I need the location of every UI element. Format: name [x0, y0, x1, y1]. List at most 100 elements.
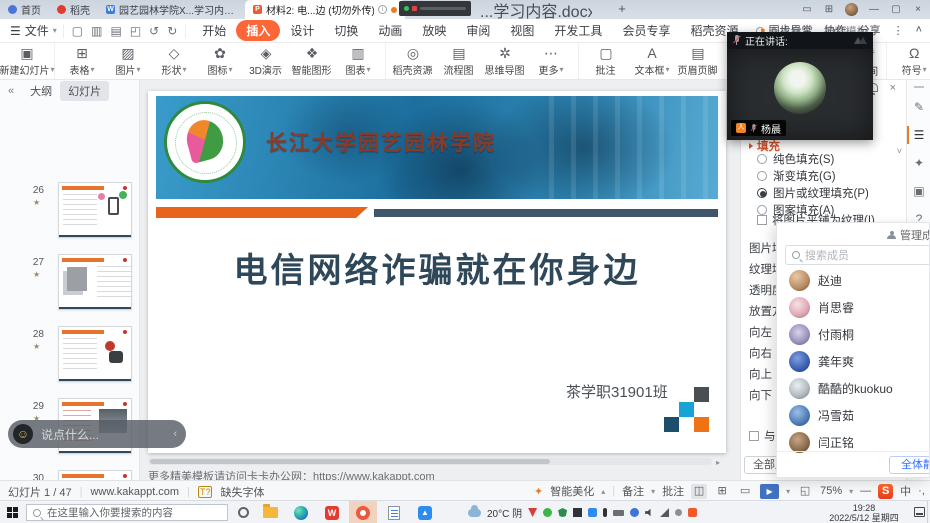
tray-icon[interactable]	[688, 508, 697, 517]
ribbon-tab[interactable]: 会员专享	[612, 20, 680, 41]
manage-members-button[interactable]: 管理成员	[887, 227, 930, 243]
toolbar-button[interactable]: ⊞ 表格▾	[59, 43, 105, 79]
toolbar-button[interactable]: ✲ 思维导图	[482, 43, 528, 79]
member-search-input[interactable]: 搜索成员	[785, 245, 930, 265]
slide-subtitle[interactable]: 茶学职31901班	[566, 381, 668, 402]
ribbon-tab[interactable]: 插入	[236, 20, 280, 41]
ribbon-tab[interactable]: 动画	[368, 20, 412, 41]
smart-beautify-button[interactable]: 智能美化	[550, 483, 594, 499]
start-button[interactable]	[7, 507, 18, 518]
zoom-level[interactable]: 75%	[820, 485, 842, 497]
object-properties-icon[interactable]: ☰	[907, 128, 930, 142]
missing-font-label[interactable]: 缺失字体	[220, 484, 264, 500]
tray-icon[interactable]	[645, 508, 654, 517]
redo-icon[interactable]: ↻	[167, 24, 177, 38]
fill-option-radio[interactable]: 渐变填充(G)	[757, 167, 869, 184]
ribbon-tab[interactable]: 审阅	[456, 20, 500, 41]
save-icon[interactable]: ▢	[72, 24, 83, 38]
scrollbar-thumb[interactable]	[150, 459, 550, 464]
pages-icon[interactable]: ▣	[907, 184, 930, 198]
user-avatar[interactable]	[845, 3, 858, 16]
horizontal-scrollbar[interactable]	[148, 458, 712, 465]
toolbar-button[interactable]: ▥ 图表▾	[335, 43, 381, 79]
tab-document-writer[interactable]: W 园艺园林学院X...学习内容及通知	[98, 0, 245, 19]
tab-slides[interactable]: 幻灯片	[60, 81, 109, 101]
collapse-chevron-icon[interactable]: ‹	[173, 428, 181, 440]
fill-option-radio[interactable]: 纯色填充(S)	[757, 150, 869, 167]
slideshow-play-button[interactable]: ▶	[760, 484, 779, 499]
ime-punctuation-toggle[interactable]: ·,	[918, 485, 925, 497]
panel-close-icon[interactable]: ×	[890, 82, 896, 94]
toolbar-button[interactable]: Ω 符号▾	[891, 43, 930, 79]
participant-row[interactable]: 冯雪茹	[777, 402, 930, 429]
normal-view-icon[interactable]: ◫	[691, 484, 707, 499]
weather-text[interactable]: 20°C 阴	[487, 505, 522, 520]
emoji-icon[interactable]: ☺	[13, 424, 33, 444]
tray-icon[interactable]	[630, 508, 639, 517]
tab-document-docx[interactable]: ...学习内容.docx	[472, 0, 592, 19]
toolbar-button[interactable]: ▤ 流程图	[436, 43, 482, 79]
undo-icon[interactable]: ↺	[149, 24, 159, 38]
close-button[interactable]: ×	[912, 4, 924, 15]
slide-thumbnail[interactable]	[58, 326, 132, 382]
slide-editor[interactable]: 长江大学园艺园林学院 电信网络诈骗就在你身边 茶学职31901班	[148, 91, 726, 453]
participant-row[interactable]: 龚年爽	[777, 348, 930, 375]
weather-cloud-icon[interactable]	[468, 509, 481, 517]
reading-view-icon[interactable]: ▭	[737, 484, 753, 499]
screen-share-indicator[interactable]	[399, 1, 471, 16]
ribbon-tab[interactable]: 开始	[192, 20, 236, 41]
tray-icon[interactable]	[660, 508, 669, 517]
toolbar-button[interactable]: ❖ 智能图形	[289, 43, 335, 79]
slide-thumbnail[interactable]	[58, 182, 132, 238]
sogou-ime-icon[interactable]: S	[878, 484, 893, 499]
participant-row[interactable]: 赵迪	[777, 267, 930, 294]
toolbar-button[interactable]: ▢ 批注	[583, 43, 629, 79]
scroll-right-arrow-icon[interactable]: ▸	[716, 458, 720, 467]
tray-icon[interactable]	[588, 508, 597, 517]
app-docs[interactable]	[380, 501, 408, 523]
tray-icon[interactable]	[528, 508, 537, 517]
tray-icon[interactable]	[573, 508, 582, 517]
tray-icon[interactable]	[558, 508, 567, 517]
cortana-button[interactable]	[238, 507, 249, 518]
tab-active-presentation[interactable]: P 材料2: 电...边 (切勿外传) i	[245, 0, 405, 19]
tab-docer[interactable]: 稻壳	[49, 0, 98, 19]
collapse-panel-icon[interactable]: «	[0, 85, 22, 97]
participant-row[interactable]: 付雨桐	[777, 321, 930, 348]
meeting-video-window[interactable]: 正在讲话: 人 杨晨	[727, 32, 873, 140]
slide-thumbnail[interactable]	[58, 470, 132, 480]
file-menu[interactable]: ☰ 文件 ▾	[0, 22, 63, 39]
more-dots-icon[interactable]: ⋮	[893, 24, 904, 37]
restore-button[interactable]: ▢	[890, 4, 902, 15]
format-brush-icon[interactable]: ✎	[907, 100, 930, 114]
app-edge[interactable]	[287, 501, 315, 523]
meeting-comment-bar[interactable]: ☺ 说点什么... ‹	[8, 420, 186, 448]
participant-row[interactable]: 肖思睿	[777, 294, 930, 321]
participant-row[interactable]: 酷酷的kuokuo	[777, 375, 930, 402]
taskbar-clock[interactable]: 19:28 2022/5/12 星期四	[820, 503, 908, 523]
tab-home[interactable]: 首页	[0, 0, 49, 19]
zoom-out-button[interactable]: —	[860, 485, 871, 497]
notes-button[interactable]: 备注	[622, 483, 644, 499]
collapse-ribbon-icon[interactable]: ˄	[916, 24, 922, 36]
comments-button[interactable]: 批注	[662, 483, 684, 499]
print-icon[interactable]: ▤	[110, 24, 121, 38]
tab-outline[interactable]: 大纲	[22, 81, 60, 101]
ribbon-tab[interactable]: 视图	[500, 20, 544, 41]
layout-mode-icon[interactable]: ▭	[801, 4, 813, 15]
output-icon[interactable]: ▥	[91, 24, 102, 38]
ribbon-tab[interactable]: 设计	[280, 20, 324, 41]
sorter-view-icon[interactable]: ⊞	[714, 484, 730, 499]
ribbon-tab[interactable]: 开发工具	[544, 20, 612, 41]
toolbar-button[interactable]: ◎ 稻壳资源	[390, 43, 436, 79]
slide-title[interactable]: 电信网络诈骗就在你身边	[148, 243, 726, 292]
mute-all-button[interactable]: 全体静音	[889, 456, 930, 474]
smart-beautify-icon[interactable]: ✦	[907, 156, 930, 170]
fit-slide-icon[interactable]: ◱	[797, 484, 813, 499]
tray-icon[interactable]	[613, 510, 624, 516]
fill-option-radio[interactable]: 图片或纹理填充(P)	[757, 184, 869, 201]
app-meeting[interactable]: ▲	[411, 501, 439, 523]
toolbar-button[interactable]: ◇ 形状▾	[151, 43, 197, 79]
taskbar-search-input[interactable]: 在这里输入你要搜索的内容	[26, 504, 228, 521]
tray-icon[interactable]	[603, 508, 607, 517]
